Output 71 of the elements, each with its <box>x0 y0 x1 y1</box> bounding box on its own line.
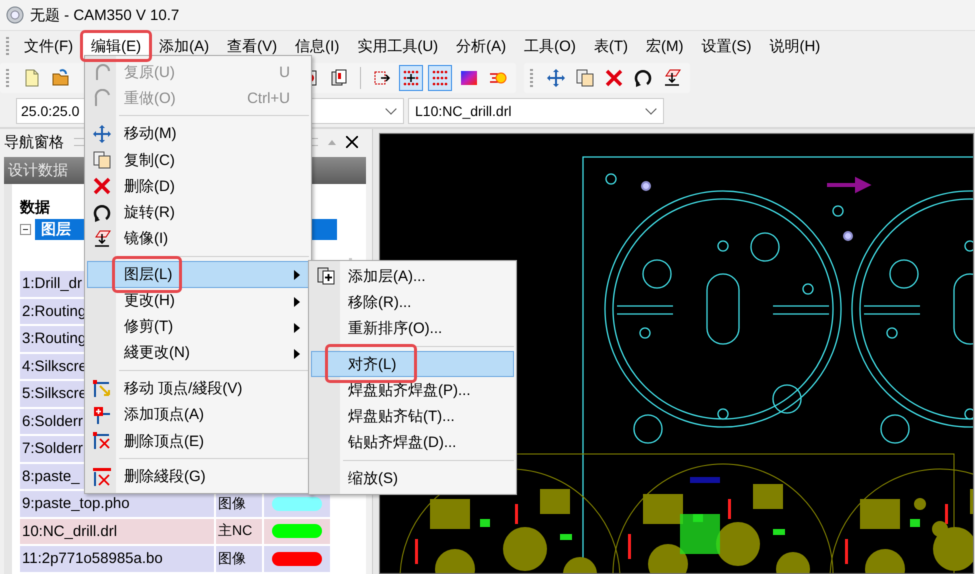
gradient-square-icon <box>460 69 478 87</box>
menu-item[interactable]: 设置(S) <box>692 32 760 60</box>
layer-type: 图像 <box>216 546 262 572</box>
dot-grid-button[interactable] <box>399 65 423 91</box>
layer-name[interactable]: 10:NC_drill.drl <box>20 518 214 544</box>
menu-item[interactable]: 缩放(S) <box>311 465 514 492</box>
menu-item[interactable]: 镜像(I) <box>87 226 309 252</box>
close-icon[interactable] <box>346 136 358 148</box>
folder-icon <box>52 69 70 87</box>
cross-icon <box>605 69 623 87</box>
mirror-icon <box>93 230 111 248</box>
submenu-arrow-icon <box>294 270 300 280</box>
menu-item[interactable]: 更改(H) <box>87 288 309 314</box>
menu-item[interactable]: 移除(R)... <box>311 289 514 316</box>
window-title: 无题 - CAM350 V 10.7 <box>30 6 180 24</box>
menu-item[interactable]: 宏(M) <box>636 32 692 60</box>
copy-icon <box>93 151 111 170</box>
mirror-icon <box>663 69 681 87</box>
menu-item[interactable]: 分析(A) <box>447 32 516 60</box>
tree-root: 数据 <box>20 198 50 218</box>
menu-item[interactable]: 添加层(A)... <box>311 263 514 290</box>
menu-item[interactable]: 旋转(R) <box>87 199 309 226</box>
four-way-arrow-icon <box>93 124 111 143</box>
menu-item[interactable]: 钻贴齐焊盘(D)... <box>311 430 514 456</box>
menu-item[interactable]: 工具(O) <box>515 32 585 60</box>
collapse-icon[interactable] <box>20 224 31 234</box>
menu-item[interactable]: 添加顶点(A) <box>87 402 309 428</box>
layer-type: 主NC <box>216 518 262 544</box>
vertex-cross-icon <box>93 432 111 450</box>
pane-title: 导航窗格 <box>4 132 64 152</box>
dot-grid-icon <box>402 69 420 87</box>
stacked-sheets-icon <box>330 69 348 87</box>
menu-item[interactable]: 对齐(L) <box>311 351 514 378</box>
submenu-arrow-icon <box>294 296 300 306</box>
menu-item[interactable]: 焊盘贴齐钻(T)... <box>311 403 514 430</box>
document-icon <box>23 69 41 87</box>
menu-item[interactable]: 图层(L) <box>87 261 309 288</box>
menu-item[interactable]: 文件(F) <box>15 32 82 60</box>
layer-name[interactable]: 11:2p771o58985a.bo <box>20 546 214 572</box>
four-way-arrow-icon <box>547 69 565 87</box>
color-swatch[interactable] <box>272 524 322 538</box>
dot-grid-button[interactable] <box>428 65 452 91</box>
circular-arrow-icon <box>634 69 652 87</box>
active-layer-dropdown[interactable]: L10:NC_drill.drl <box>408 98 664 124</box>
layer-name[interactable]: 9:paste_top.pho <box>20 491 214 516</box>
submenu-arrow-icon <box>294 322 300 333</box>
menu-item[interactable]: 删除綫段(G) <box>87 464 309 490</box>
menu-item[interactable]: 信息(I) <box>286 32 348 60</box>
layer-plus-icon <box>317 267 335 286</box>
menu-item[interactable]: 表(T) <box>584 32 637 60</box>
menu-item[interactable]: 焊盘贴齐焊盘(P)... <box>311 377 514 404</box>
menu-item[interactable]: 移动 顶点/綫段(V) <box>87 376 309 402</box>
menu-item[interactable]: 重新排序(O)... <box>311 315 514 342</box>
vertex-arrow-icon <box>93 380 111 398</box>
circular-arrow-icon <box>93 204 111 222</box>
app-icon <box>6 6 24 24</box>
vertex-plus-icon <box>93 406 111 424</box>
color-swatch[interactable] <box>272 552 322 566</box>
segment-cross-icon <box>93 468 111 486</box>
menu-item[interactable]: 修剪(T) <box>87 314 309 340</box>
frame-arrow-icon <box>373 69 391 87</box>
dot-grid-icon <box>431 69 449 87</box>
menu-item[interactable]: 移动(M) <box>87 120 309 148</box>
color-swatch[interactable] <box>272 496 322 511</box>
menu-item[interactable]: 删除顶点(E) <box>87 428 309 454</box>
submenu-arrow-icon <box>294 348 300 359</box>
menu-item[interactable]: 实用工具(U) <box>348 32 448 60</box>
cross-icon <box>93 177 111 196</box>
menu-item[interactable]: 綫更改(N) <box>87 340 309 366</box>
copy-icon <box>576 69 594 87</box>
menu-item[interactable]: 说明(H) <box>760 32 830 60</box>
